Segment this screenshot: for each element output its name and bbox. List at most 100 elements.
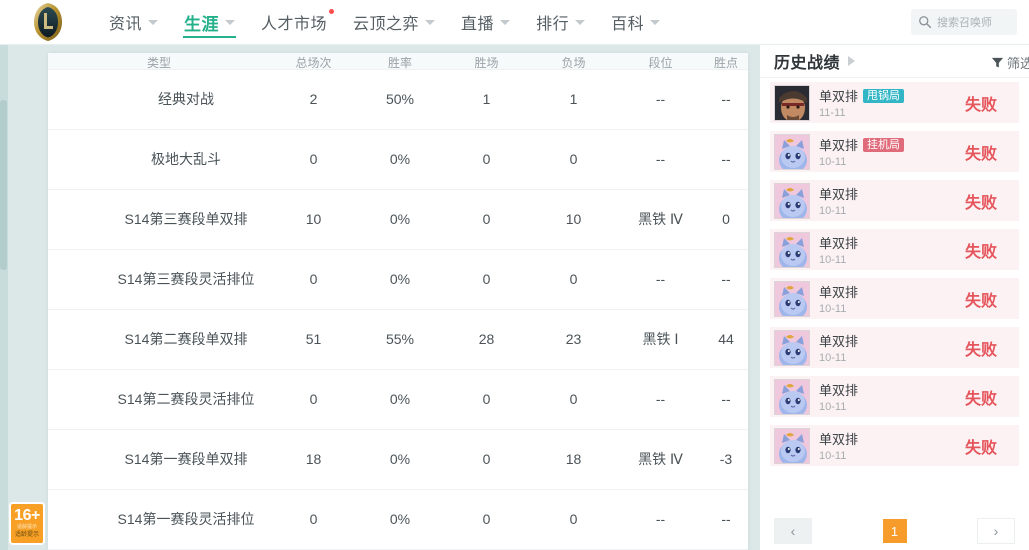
match-top-line: 单双排 甩锅局 — [819, 86, 943, 105]
match-result-badge: 失败 — [964, 145, 997, 163]
search-placeholder-text: 搜索召唤师 — [937, 17, 992, 29]
stats-cell-rank: 黑铁 Ⅳ — [617, 189, 704, 250]
stats-cell-winrate: 0% — [357, 429, 443, 490]
site-logo[interactable] — [0, 0, 96, 45]
match-mode-label: 单双排 — [819, 138, 859, 153]
nav-item-1[interactable]: 生涯 — [171, 0, 248, 45]
stats-cell-lp: -- — [704, 129, 748, 190]
match-top-line: 单双排 — [819, 380, 943, 399]
match-mode-label: 单双排 — [819, 285, 859, 300]
expand-arrow-icon[interactable] — [848, 56, 856, 66]
main-nav: 资讯 生涯 人才市场 云顶之弈 直播 排行 百科 — [96, 0, 673, 45]
pagination-page-1[interactable]: 1 — [882, 519, 907, 543]
champion-avatar — [774, 133, 810, 170]
filter-button[interactable]: 筛选 — [991, 53, 1029, 72]
match-mode-label: 单双排 — [819, 334, 859, 349]
stats-cell-games: 0 — [270, 129, 357, 190]
stats-cell-rank: -- — [617, 489, 704, 550]
match-row[interactable]: 单双排 10-11 失败 — [770, 376, 1019, 417]
notification-dot-icon — [329, 8, 335, 14]
pagination-next-button[interactable]: › — [977, 518, 1015, 544]
match-history-panel: 历史战绩 筛选 单双排 甩锅局 11-11 失败 单双排 挂机局 10-11 失败 单双排 10-… — [760, 45, 1029, 550]
table-row: S14第一赛段单双排 18 0% 0 18 黑铁 Ⅳ -3 — [48, 429, 748, 490]
stats-col-header-text: 段位 — [648, 55, 673, 69]
match-row[interactable]: 单双排 甩锅局 11-11 失败 — [770, 82, 1019, 123]
stats-cell-lp: -- — [704, 489, 748, 550]
stats-cell-name: S14第一赛段灵活排位 — [48, 489, 270, 550]
match-date: 10-11 — [819, 401, 847, 413]
stats-cell-winrate: 0% — [357, 369, 443, 430]
page-scrollbar-thumb[interactable] — [0, 100, 7, 270]
stats-cell-name: 经典对战 — [48, 68, 270, 130]
match-top-line: 单双排 — [819, 184, 943, 203]
match-row[interactable]: 单双排 10-11 失败 — [770, 425, 1019, 466]
match-row[interactable]: 单双排 10-11 失败 — [770, 278, 1019, 319]
stats-cell-wins: 1 — [443, 68, 530, 130]
match-info: 单双排 甩锅局 11-11 — [819, 86, 943, 119]
match-result-badge: 失败 — [964, 194, 997, 212]
nav-item-0[interactable]: 资讯 — [96, 0, 171, 45]
stats-table-body: 经典对战 2 50% 1 1 -- -- 极地大乱斗 0 0% 0 0 -- -- S14第三赛段单双排 10… — [48, 68, 748, 550]
stats-cell-winrate: 55% — [357, 309, 443, 370]
stats-cell-rank: -- — [617, 129, 704, 190]
pagination-prev-button[interactable]: ‹ — [774, 518, 812, 544]
match-info: 单双排 10-11 — [819, 184, 943, 217]
stats-cell-wins: 0 — [443, 129, 530, 190]
stats-cell-wins: 0 — [443, 249, 530, 310]
stats-cell-winrate: 0% — [357, 129, 443, 190]
stats-cell-losses: 18 — [530, 429, 617, 490]
stats-cell-losses: 10 — [530, 189, 617, 250]
stats-col-header-text: 胜点 — [713, 55, 738, 69]
stats-col-header-2: 胜率 — [357, 53, 443, 69]
stats-cell-lp: -- — [704, 369, 748, 430]
nav-item-2[interactable]: 人才市场 — [248, 0, 340, 45]
stats-cell-winrate: 0% — [357, 249, 443, 310]
stats-col-header-6: 胜点 — [704, 53, 748, 69]
stats-table-header: 类型 总场次 胜率 胜场 负场 段位 胜点 — [48, 53, 748, 69]
stats-cell-wins: 0 — [443, 369, 530, 430]
stats-cell-rank: -- — [617, 249, 704, 310]
stats-cell-name: S14第二赛段灵活排位 — [48, 369, 270, 430]
nav-item-4[interactable]: 直播 — [448, 0, 523, 45]
stats-cell-games: 0 — [270, 489, 357, 550]
champion-avatar — [774, 427, 810, 464]
stats-col-header-text: 胜率 — [387, 55, 412, 69]
search-input[interactable]: 搜索召唤师 — [911, 9, 1017, 35]
lol-logo-icon — [31, 2, 65, 42]
stats-cell-rank: 黑铁 Ⅳ — [617, 429, 704, 490]
filter-icon — [991, 57, 1004, 68]
stats-cell-losses: 23 — [530, 309, 617, 370]
match-mode-label: 单双排 — [819, 236, 859, 251]
stats-cell-lp: 0 — [704, 189, 748, 250]
match-top-line: 单双排 — [819, 429, 943, 448]
age-rating-badge[interactable]: 16+ 适龄提示 适龄提示 — [9, 502, 45, 545]
match-row[interactable]: 单双排 10-11 失败 — [770, 229, 1019, 270]
match-row[interactable]: 单双排 10-11 失败 — [770, 327, 1019, 368]
age-rating-foot: 适龄提示 — [14, 532, 39, 539]
champion-avatar — [774, 280, 810, 317]
stats-col-header-text: 负场 — [561, 55, 586, 69]
table-row: S14第三赛段灵活排位 0 0% 0 0 -- -- — [48, 249, 748, 310]
match-info: 单双排 挂机局 10-11 — [819, 135, 943, 168]
stats-col-header-1: 总场次 — [270, 53, 357, 69]
chevron-down-icon — [575, 19, 586, 25]
match-top-line: 单双排 — [819, 233, 943, 252]
stats-cell-wins: 0 — [443, 489, 530, 550]
match-top-line: 单双排 — [819, 331, 943, 350]
match-info: 单双排 10-11 — [819, 380, 943, 413]
match-row[interactable]: 单双排 10-11 失败 — [770, 180, 1019, 221]
match-row[interactable]: 单双排 挂机局 10-11 失败 — [770, 131, 1019, 172]
table-row: 经典对战 2 50% 1 1 -- -- — [48, 68, 748, 130]
nav-item-3[interactable]: 云顶之弈 — [340, 0, 448, 45]
stats-cell-losses: 0 — [530, 249, 617, 310]
stats-col-header-5: 段位 — [617, 53, 704, 69]
stats-cell-name: S14第三赛段灵活排位 — [48, 249, 270, 310]
nav-item-label: 人才市场 — [261, 16, 328, 33]
stats-cell-losses: 1 — [530, 68, 617, 130]
nav-item-5[interactable]: 排行 — [523, 0, 598, 45]
chevron-down-icon — [148, 19, 159, 25]
match-result-badge: 失败 — [964, 292, 997, 310]
nav-item-6[interactable]: 百科 — [598, 0, 673, 45]
stats-col-header-0: 类型 — [48, 53, 270, 69]
match-date: 11-11 — [819, 107, 846, 119]
